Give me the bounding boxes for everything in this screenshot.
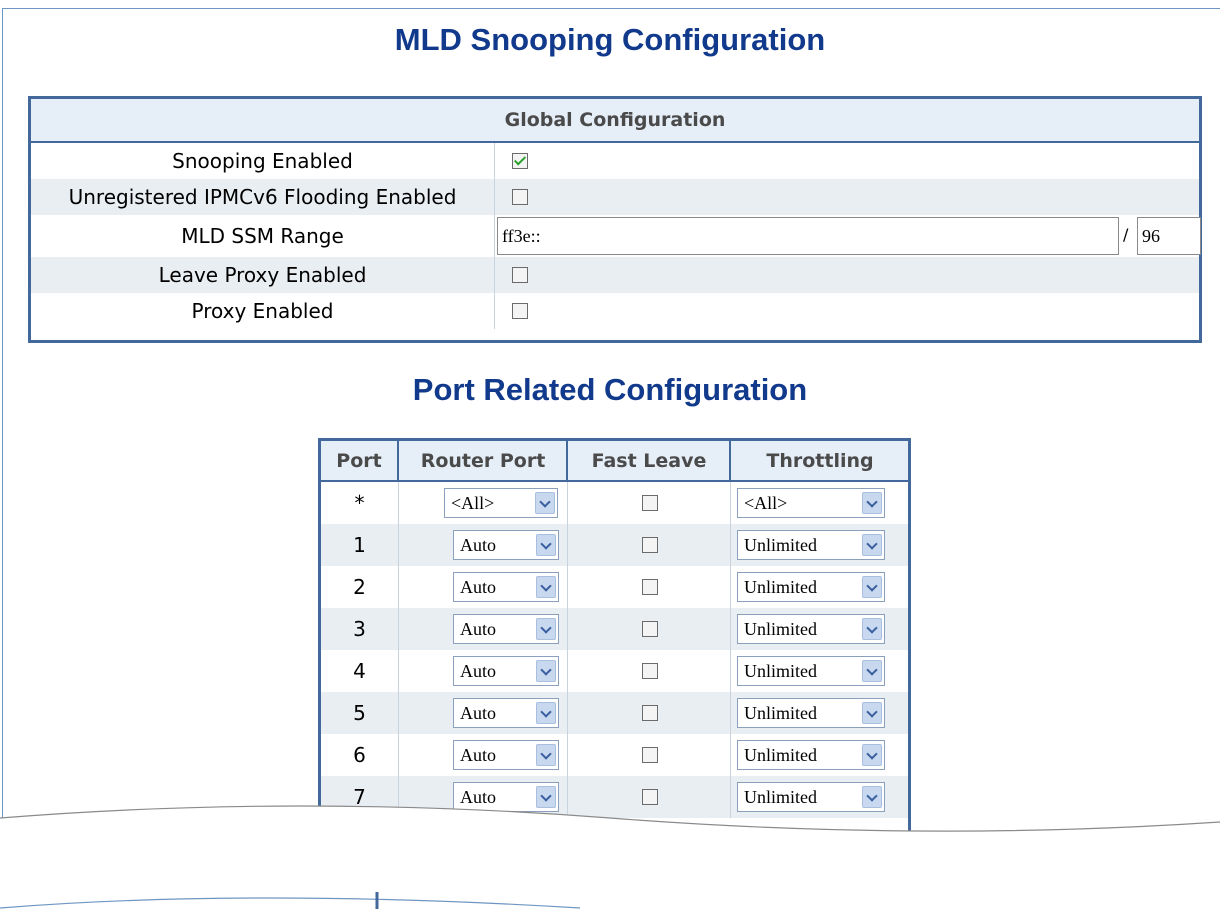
throttling-value: Unlimited (744, 661, 817, 681)
port-number: * (321, 482, 399, 524)
throttling-value: Unlimited (744, 535, 817, 555)
global-config-table: Global Configuration Snooping Enabled Un… (28, 96, 1202, 343)
fast-leave-checkbox[interactable] (642, 663, 658, 679)
router-port-select[interactable]: Auto (453, 698, 559, 728)
table-row: 3 Auto Unlimited (321, 608, 908, 650)
flooding-enabled-checkbox[interactable] (512, 189, 528, 205)
fast-leave-checkbox[interactable] (642, 495, 658, 511)
fast-leave-checkbox[interactable] (642, 621, 658, 637)
port-number: 6 (321, 734, 399, 776)
fast-leave-checkbox[interactable] (642, 747, 658, 763)
fast-leave-checkbox[interactable] (642, 537, 658, 553)
chevron-down-icon (535, 492, 555, 514)
port-number: 1 (321, 524, 399, 566)
throttling-value: Unlimited (744, 703, 817, 723)
chevron-down-icon (862, 576, 882, 598)
snooping-enabled-row: Snooping Enabled (31, 143, 1199, 179)
proxy-enabled-row: Proxy Enabled (31, 293, 1199, 329)
chevron-down-icon (862, 534, 882, 556)
leave-proxy-checkbox[interactable] (512, 267, 528, 283)
table-row: 1 Auto Unlimited (321, 524, 908, 566)
chevron-down-icon (536, 660, 556, 682)
port-number: 5 (321, 692, 399, 734)
router-port-column-header: Router Port (400, 441, 568, 480)
chevron-down-icon (536, 576, 556, 598)
ssm-range-address-input[interactable]: ff3e:: (497, 217, 1119, 255)
ssm-range-separator: / (1123, 225, 1129, 244)
throttling-select[interactable]: Unlimited (737, 614, 885, 644)
throttling-select[interactable]: Unlimited (737, 656, 885, 686)
chevron-down-icon (862, 618, 882, 640)
port-section-title: Port Related Configuration (412, 372, 808, 407)
router-port-select[interactable]: Auto (453, 740, 559, 770)
port-table-header: Port Router Port Fast Leave Throttling (321, 441, 908, 482)
throttling-select[interactable]: <All> (737, 488, 885, 518)
proxy-enabled-checkbox[interactable] (512, 303, 528, 319)
throttling-select[interactable]: Unlimited (737, 698, 885, 728)
flooding-enabled-label: Unregistered IPMCv6 Flooding Enabled (31, 179, 495, 215)
leave-proxy-row: Leave Proxy Enabled (31, 257, 1199, 293)
router-port-select[interactable]: Auto (453, 530, 559, 560)
throttling-select[interactable]: Unlimited (737, 530, 885, 560)
chevron-down-icon (862, 702, 882, 724)
leave-proxy-label: Leave Proxy Enabled (31, 257, 495, 293)
ssm-range-row: MLD SSM Range ff3e:: / 96 (31, 215, 1201, 257)
ssm-range-prefix-input[interactable]: 96 (1137, 217, 1201, 255)
throttling-select[interactable]: Unlimited (737, 572, 885, 602)
router-port-select[interactable]: <All> (444, 488, 558, 518)
port-number: 4 (321, 650, 399, 692)
router-port-value: Auto (460, 535, 496, 555)
proxy-enabled-label: Proxy Enabled (31, 293, 495, 329)
chevron-down-icon (862, 492, 882, 514)
router-port-value: Auto (460, 745, 496, 765)
snooping-enabled-checkbox[interactable] (512, 153, 528, 169)
throttling-select[interactable]: Unlimited (737, 740, 885, 770)
throttling-value: <All> (744, 493, 788, 513)
router-port-value: <All> (451, 493, 495, 513)
fast-leave-checkbox[interactable] (642, 579, 658, 595)
router-port-value: Auto (460, 703, 496, 723)
chevron-down-icon (536, 702, 556, 724)
chevron-down-icon (536, 744, 556, 766)
ssm-range-label: MLD SSM Range (31, 215, 495, 257)
router-port-select[interactable]: Auto (453, 656, 559, 686)
chevron-down-icon (536, 618, 556, 640)
router-port-value: Auto (460, 619, 496, 639)
throttling-value: Unlimited (744, 745, 817, 765)
chevron-down-icon (862, 744, 882, 766)
chevron-down-icon (862, 660, 882, 682)
fast-leave-column-header: Fast Leave (569, 441, 731, 480)
router-port-value: Auto (460, 577, 496, 597)
global-config-header: Global Configuration (31, 99, 1199, 143)
torn-edge-overlay (0, 805, 1220, 909)
router-port-select[interactable]: Auto (453, 614, 559, 644)
router-port-value: Auto (460, 661, 496, 681)
port-number: 2 (321, 566, 399, 608)
port-column-header: Port (321, 441, 399, 480)
page-title: MLD Snooping Configuration (394, 22, 826, 57)
throttling-value: Unlimited (744, 577, 817, 597)
throttling-value: Unlimited (744, 619, 817, 639)
flooding-enabled-row: Unregistered IPMCv6 Flooding Enabled (31, 179, 1199, 215)
table-row: * <All> <All> (321, 482, 908, 524)
port-config-table: Port Router Port Fast Leave Throttling *… (318, 438, 911, 838)
table-row: 6 Auto Unlimited (321, 734, 908, 776)
table-row: 2 Auto Unlimited (321, 566, 908, 608)
table-row: 4 Auto Unlimited (321, 650, 908, 692)
table-row: 5 Auto Unlimited (321, 692, 908, 734)
throttling-column-header: Throttling (766, 450, 874, 472)
port-number: 3 (321, 608, 399, 650)
fast-leave-checkbox[interactable] (642, 705, 658, 721)
router-port-select[interactable]: Auto (453, 572, 559, 602)
snooping-enabled-label: Snooping Enabled (31, 143, 495, 179)
chevron-down-icon (536, 534, 556, 556)
